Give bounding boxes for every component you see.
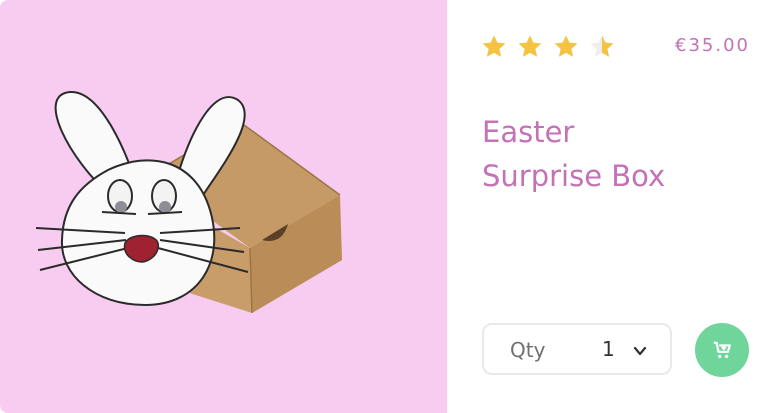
product-title-line1: Easter [482,115,575,149]
half-star-icon [590,35,614,57]
quantity-select[interactable]: Qty 1 [482,323,672,375]
bunny-box-illustration [35,90,342,314]
product-title: Easter Surprise Box [482,110,742,198]
product-card: €35.00 Easter Surprise Box Qty 1 [0,0,784,413]
product-title-line2: Surprise Box [482,159,666,193]
star-icon [482,35,506,57]
product-price: €35.00 [675,35,750,56]
chevron-down-icon[interactable] [632,344,648,358]
star-rating [480,33,616,61]
quantity-value: 1 [602,337,615,361]
product-image [0,0,447,413]
star-icon [554,35,578,57]
add-to-cart-button[interactable] [695,323,749,377]
quantity-label: Qty [510,338,546,362]
add-to-cart-icon [713,341,731,359]
star-icon [518,35,542,57]
